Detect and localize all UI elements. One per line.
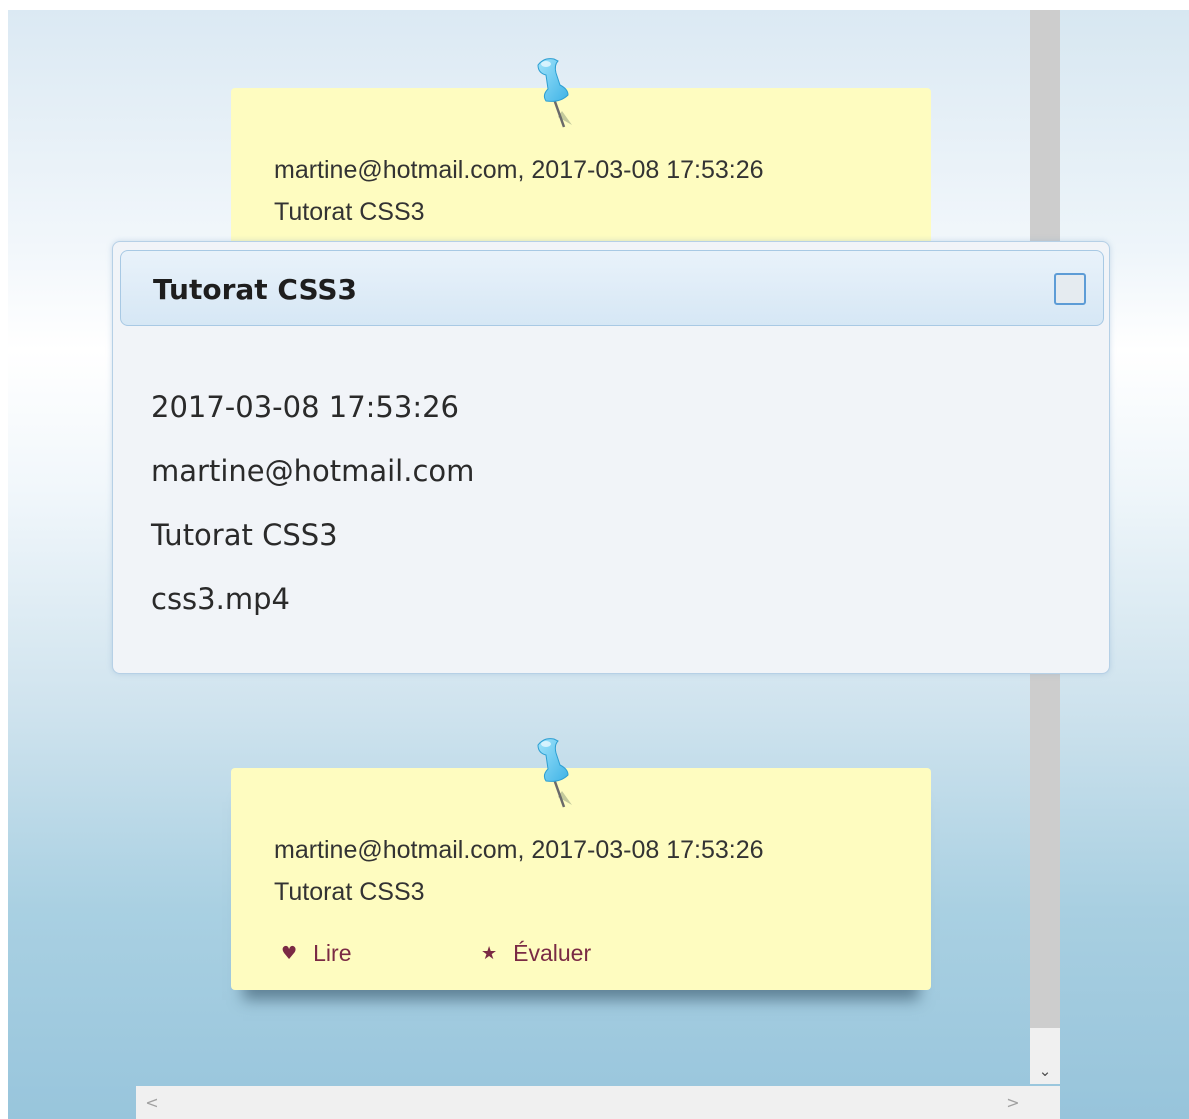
sticky-note[interactable]: martine@hotmail.com, 2017-03-08 17:53:26… <box>231 738 931 990</box>
scroll-left-button[interactable]: < <box>140 1090 164 1114</box>
dialog-header[interactable]: Tutorat CSS3 <box>120 250 1104 326</box>
note-title: Tutorat CSS3 <box>274 198 425 226</box>
pushpin-icon <box>537 58 572 128</box>
dialog-subject: Tutorat CSS3 <box>151 518 338 552</box>
dialog-title: Tutorat CSS3 <box>153 273 358 306</box>
rate-link-label: Évaluer <box>513 940 592 966</box>
note-author-date: martine@hotmail.com, 2017-03-08 17:53:26 <box>274 836 764 864</box>
sticky-note[interactable]: martine@hotmail.com, 2017-03-08 17:53:26… <box>231 58 931 248</box>
rate-link[interactable]: ★ Évaluer <box>481 940 591 967</box>
dialog-author: martine@hotmail.com <box>151 454 475 488</box>
detail-dialog: Tutorat CSS3 2017-03-08 17:53:26 martine… <box>112 241 1110 674</box>
dialog-file-link[interactable]: css3.mp4 <box>151 582 290 616</box>
read-link[interactable]: ♥ Lire <box>281 940 352 967</box>
horizontal-scrollbar[interactable] <box>136 1086 1030 1119</box>
pushpin-icon <box>537 738 572 808</box>
note-author-date: martine@hotmail.com, 2017-03-08 17:53:26 <box>274 156 764 184</box>
dialog-close-button[interactable] <box>1054 273 1086 305</box>
heart-icon: ♥ <box>281 943 298 964</box>
page-viewport: martine@hotmail.com, 2017-03-08 17:53:26… <box>8 10 1189 1119</box>
note-title: Tutorat CSS3 <box>274 878 425 906</box>
read-link-label: Lire <box>313 940 352 966</box>
scrollbar-corner <box>1030 1086 1060 1119</box>
scroll-down-button[interactable]: ⌄ <box>1030 1058 1060 1084</box>
dialog-date: 2017-03-08 17:53:26 <box>151 390 459 424</box>
star-icon: ★ <box>481 943 498 964</box>
scroll-right-button[interactable]: > <box>1001 1090 1025 1114</box>
